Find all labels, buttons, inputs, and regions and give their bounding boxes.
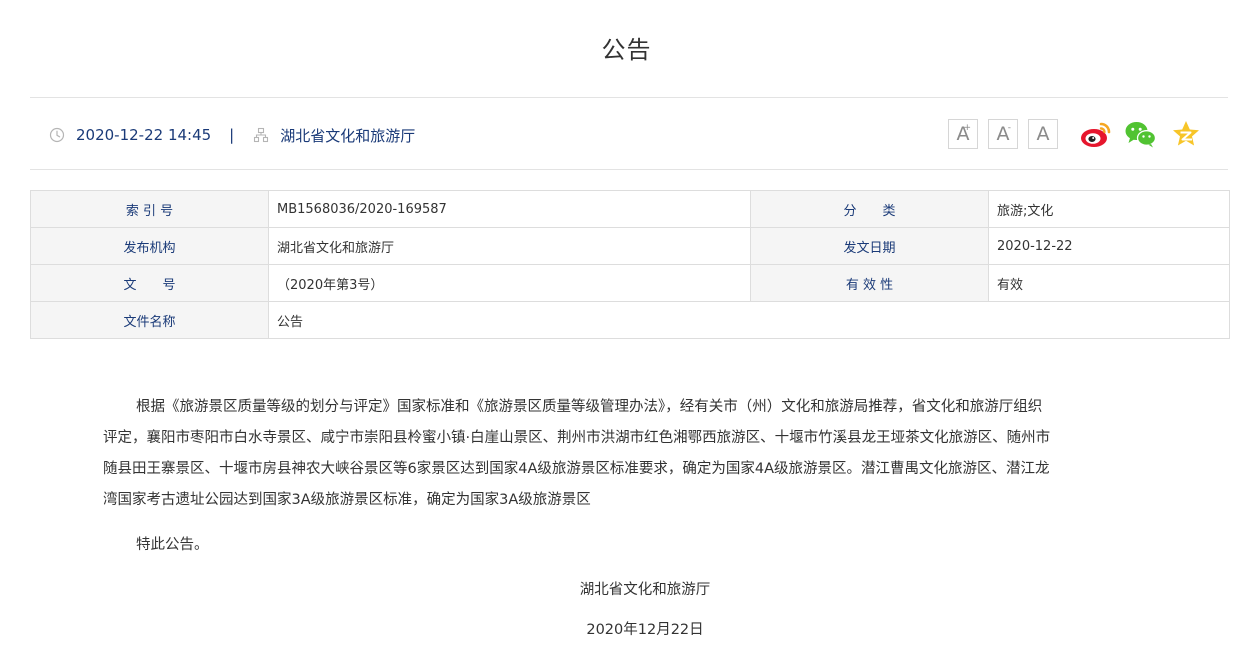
- article-tools: A + A- A: [948, 117, 1203, 151]
- font-size-decrease-button[interactable]: A-: [988, 119, 1018, 149]
- document-number-value: （2020年第3号）: [268, 264, 751, 302]
- issue-date-value: 2020-12-22: [988, 227, 1230, 265]
- publisher-label: 发布机构: [30, 227, 269, 265]
- article-signature: 湖北省文化和旅游厅: [579, 582, 711, 598]
- index-number-value: MB1568036/2020-169587: [268, 190, 751, 228]
- share-wechat-button[interactable]: [1124, 117, 1158, 151]
- article-body: 根据《旅游景区质量等级的划分与评定》国家标准和《旅游景区质量等级管理办法》，经有…: [103, 392, 1153, 646]
- publisher-link[interactable]: 湖北省文化和旅游厅: [280, 125, 415, 146]
- article-line: 评定，襄阳市枣阳市白水寺景区、咸宁市崇阳县柃蜜小镇·白崖山景区、荆州市洪湖市红色…: [103, 430, 1051, 446]
- qzone-icon: [1173, 121, 1199, 146]
- share-weibo-button[interactable]: [1079, 117, 1113, 151]
- article-closing: 特此公告。: [136, 537, 209, 553]
- table-row: 文 号 （2020年第3号） 有 效 性 有效: [30, 264, 1230, 302]
- article-line: 随县田王寨景区、十堰市房县神农大峡谷景区等6家景区达到国家4A级旅游景区标准要求…: [103, 461, 1050, 477]
- font-size-increase-button[interactable]: A +: [948, 119, 978, 149]
- publish-datetime: 2020-12-22 14:45: [76, 126, 212, 144]
- table-row: 索 引 号 MB1568036/2020-169587 分 类 旅游;文化: [30, 190, 1230, 228]
- wechat-icon: [1125, 122, 1157, 148]
- font-size-reset-button[interactable]: A: [1028, 119, 1058, 149]
- organization-icon: [252, 126, 270, 144]
- document-name-value: 公告: [268, 301, 1230, 339]
- table-row: 文件名称 公告: [30, 301, 1230, 339]
- document-number-label: 文 号: [30, 264, 269, 302]
- divider-top: [30, 97, 1228, 98]
- clock-icon: [48, 126, 66, 144]
- article-line: 湾国家考古遗址公园达到国家3A级旅游景区标准，确定为国家3A级旅游景区: [103, 492, 591, 508]
- weibo-icon: [1081, 122, 1111, 147]
- share-qzone-button[interactable]: [1169, 117, 1203, 151]
- divider-bottom: [30, 169, 1228, 170]
- validity-label: 有 效 性: [750, 264, 989, 302]
- issue-date-label: 发文日期: [750, 227, 989, 265]
- category-value: 旅游;文化: [988, 190, 1230, 228]
- article-line: 根据《旅游景区质量等级的划分与评定》国家标准和《旅游景区质量等级管理办法》，经有…: [136, 399, 1043, 415]
- article-meta-bar: 2020-12-22 14:45 | 湖北省文化和旅游厅: [48, 121, 415, 149]
- article-date: 2020年12月22日: [586, 622, 704, 638]
- document-info-table: 索 引 号 MB1568036/2020-169587 分 类 旅游;文化 发布…: [30, 190, 1230, 339]
- validity-value: 有效: [988, 264, 1230, 302]
- document-name-label: 文件名称: [30, 301, 269, 339]
- meta-separator: |: [229, 126, 235, 144]
- table-row: 发布机构 湖北省文化和旅游厅 发文日期 2020-12-22: [30, 227, 1230, 265]
- category-label: 分 类: [750, 190, 989, 228]
- publisher-value: 湖北省文化和旅游厅: [268, 227, 751, 265]
- page-title: 公告: [601, 36, 652, 64]
- index-number-label: 索 引 号: [30, 190, 269, 228]
